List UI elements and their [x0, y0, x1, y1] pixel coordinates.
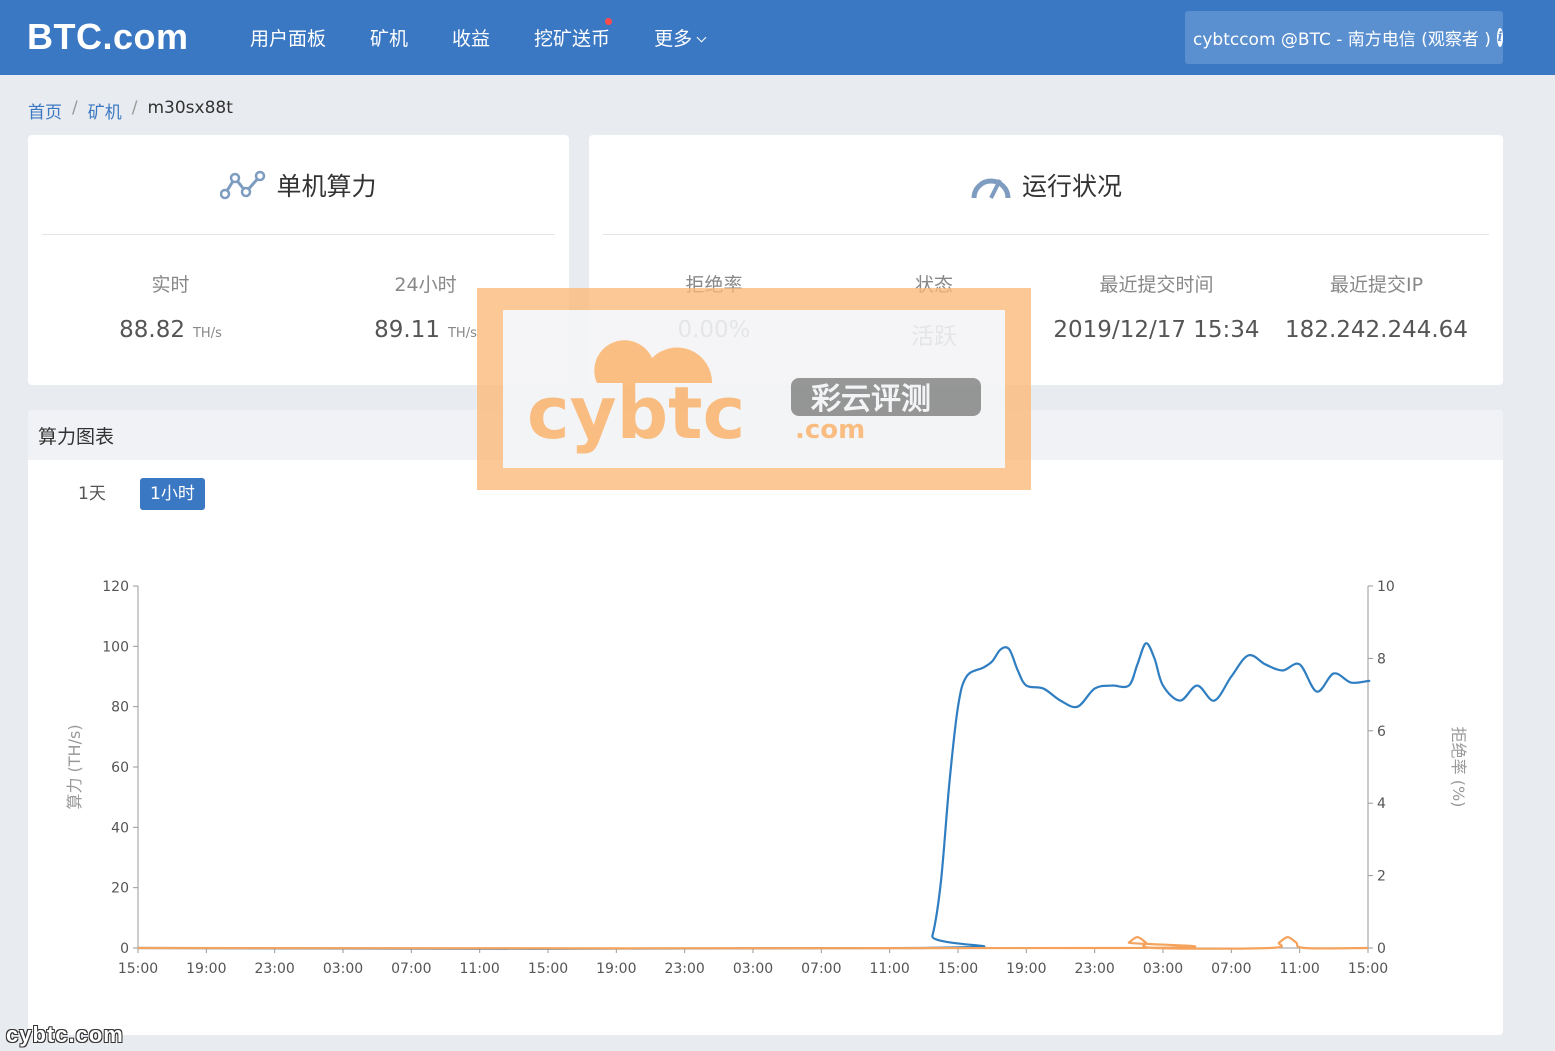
breadcrumb-separator: /: [131, 98, 138, 118]
speedometer-icon: [971, 178, 1011, 199]
day-stat: 24小时 89.11 TH/s: [323, 270, 528, 343]
x-tick-label: 11:00: [869, 961, 909, 977]
last-submit-label: 最近提交时间: [1099, 274, 1214, 296]
hashrate-series-line: [137, 642, 1371, 950]
x-tick-label: 19:00: [186, 961, 226, 977]
reject-value: 0.00%: [677, 317, 751, 343]
last-ip-label: 最近提交IP: [1329, 274, 1424, 296]
nav-mining-rewards[interactable]: 挖矿送币: [534, 18, 613, 51]
y-tick-label: 0: [120, 941, 129, 957]
y-tick-label: 120: [102, 579, 129, 595]
hashrate-card-title: 单机算力: [28, 135, 569, 235]
state-value: 活跃: [911, 324, 957, 350]
x-tick-label: 19:00: [596, 961, 636, 977]
y-tick-label: 80: [111, 700, 129, 716]
x-tick-label: 15:00: [1348, 961, 1388, 977]
divider: [42, 234, 555, 235]
state-label: 状态: [914, 274, 953, 296]
realtime-unit: TH/s: [192, 326, 222, 341]
line-chart-icon: [220, 170, 266, 200]
x-tick-label: 23:00: [254, 961, 294, 977]
realtime-label: 实时: [151, 274, 190, 296]
hashrate-card: 单机算力 实时 88.82 TH/s 24小时 89.11 TH/s: [28, 135, 569, 385]
info-icon[interactable]: i: [1496, 28, 1503, 47]
x-tick-label: 07:00: [1211, 961, 1251, 977]
day-label: 24小时: [394, 274, 457, 296]
y2-tick-label: 6: [1377, 724, 1386, 740]
status-title-text: 运行状况: [1021, 172, 1122, 201]
divider: [603, 234, 1489, 235]
day-value-row: 89.11 TH/s: [323, 317, 528, 343]
x-tick-label: 23:00: [1074, 961, 1114, 977]
x-tick-label: 03:00: [1143, 961, 1183, 977]
y-tick-label: 100: [102, 639, 129, 655]
main-nav: 用户面板 矿机 收益 挖矿送币 更多: [250, 0, 749, 75]
nav-dashboard[interactable]: 用户面板: [250, 24, 326, 51]
x-tick-label: 03:00: [733, 961, 773, 977]
breadcrumb-separator: /: [72, 98, 78, 118]
status-card: 运行状况 拒绝率 0.00% 状态 活跃 最近提交时间 2019/12/17 1…: [589, 135, 1503, 385]
y-axis-title: 算力 (TH/s): [65, 724, 84, 809]
realtime-value-row: 88.82 TH/s: [68, 317, 273, 343]
nav-more-label: 更多: [654, 28, 693, 50]
x-tick-label: 15:00: [528, 961, 568, 977]
nav-miners[interactable]: 矿机: [370, 24, 408, 51]
x-tick-label: 15:00: [938, 961, 978, 977]
realtime-value: 88.82: [119, 317, 185, 343]
last-ip-value: 182.242.244.64: [1285, 317, 1468, 343]
reject-label: 拒绝率: [685, 274, 743, 296]
top-navbar: BTC.com 用户面板 矿机 收益 挖矿送币 更多 cybtccom @BTC…: [0, 0, 1555, 75]
y2-tick-label: 10: [1377, 579, 1395, 595]
x-tick-label: 23:00: [664, 961, 704, 977]
breadcrumb: 首页 / 矿机 / m30sx88t: [28, 98, 233, 123]
y2-tick-label: 8: [1377, 651, 1386, 667]
nav-earnings[interactable]: 收益: [452, 24, 490, 51]
y2-axis-title: 拒绝率 (%): [1449, 727, 1468, 808]
y2-tick-label: 2: [1377, 869, 1386, 885]
y-tick-label: 20: [111, 881, 129, 897]
hashrate-chart-card: 算力图表 1天 1小时 0 20 40 60 80 100 120 0 2 4 6 8 10 15:00 1…: [28, 410, 1503, 1035]
day-unit: TH/s: [447, 326, 477, 341]
y-tick-label: 40: [111, 820, 129, 836]
breadcrumb-home[interactable]: 首页: [28, 98, 62, 123]
realtime-stat: 实时 88.82 TH/s: [68, 270, 273, 343]
status-card-title: 运行状况: [589, 135, 1503, 235]
breadcrumb-miners[interactable]: 矿机: [88, 98, 122, 123]
account-label: cybtccom @BTC - 南方电信 (观察者 ): [1193, 30, 1491, 50]
account-switcher[interactable]: cybtccom @BTC - 南方电信 (观察者 ) i: [1185, 11, 1503, 64]
day-value: 89.11: [374, 317, 440, 343]
nav-more[interactable]: 更多: [654, 24, 707, 51]
y2-tick-label: 0: [1377, 941, 1386, 957]
notification-dot: [605, 18, 613, 25]
y2-tick-label: 4: [1377, 796, 1386, 812]
x-tick-label: 03:00: [323, 961, 363, 977]
nav-mining-rewards-label: 挖矿送币: [534, 28, 611, 50]
last-ip-stat: 最近提交IP 182.242.244.64: [1274, 270, 1479, 343]
x-tick-label: 15:00: [118, 961, 158, 977]
x-tick-label: 07:00: [391, 961, 431, 977]
x-tick-label: 19:00: [1006, 961, 1046, 977]
x-tick-label: 11:00: [459, 961, 499, 977]
btc-logo[interactable]: BTC.com: [27, 16, 189, 58]
corner-watermark: cybtc.com: [6, 1022, 124, 1047]
x-tick-label: 07:00: [801, 961, 841, 977]
y-tick-label: 60: [111, 760, 129, 776]
breadcrumb-current: m30sx88t: [147, 98, 233, 118]
hashrate-chart: 0 20 40 60 80 100 120 0 2 4 6 8 10 15:00 19:00 23:00 03:…: [65, 579, 1468, 977]
x-tick-label: 11:00: [1279, 961, 1319, 977]
chevron-down-icon: [696, 32, 707, 43]
hashrate-title-text: 单机算力: [276, 172, 377, 201]
last-submit-stat: 最近提交时间 2019/12/17 15:34: [1049, 270, 1264, 343]
state-stat: 状态 活跃: [829, 270, 1039, 351]
reject-stat: 拒绝率 0.00%: [609, 270, 819, 343]
last-submit-value: 2019/12/17 15:34: [1053, 317, 1260, 343]
reject-rate-series-line: [137, 936, 1369, 950]
